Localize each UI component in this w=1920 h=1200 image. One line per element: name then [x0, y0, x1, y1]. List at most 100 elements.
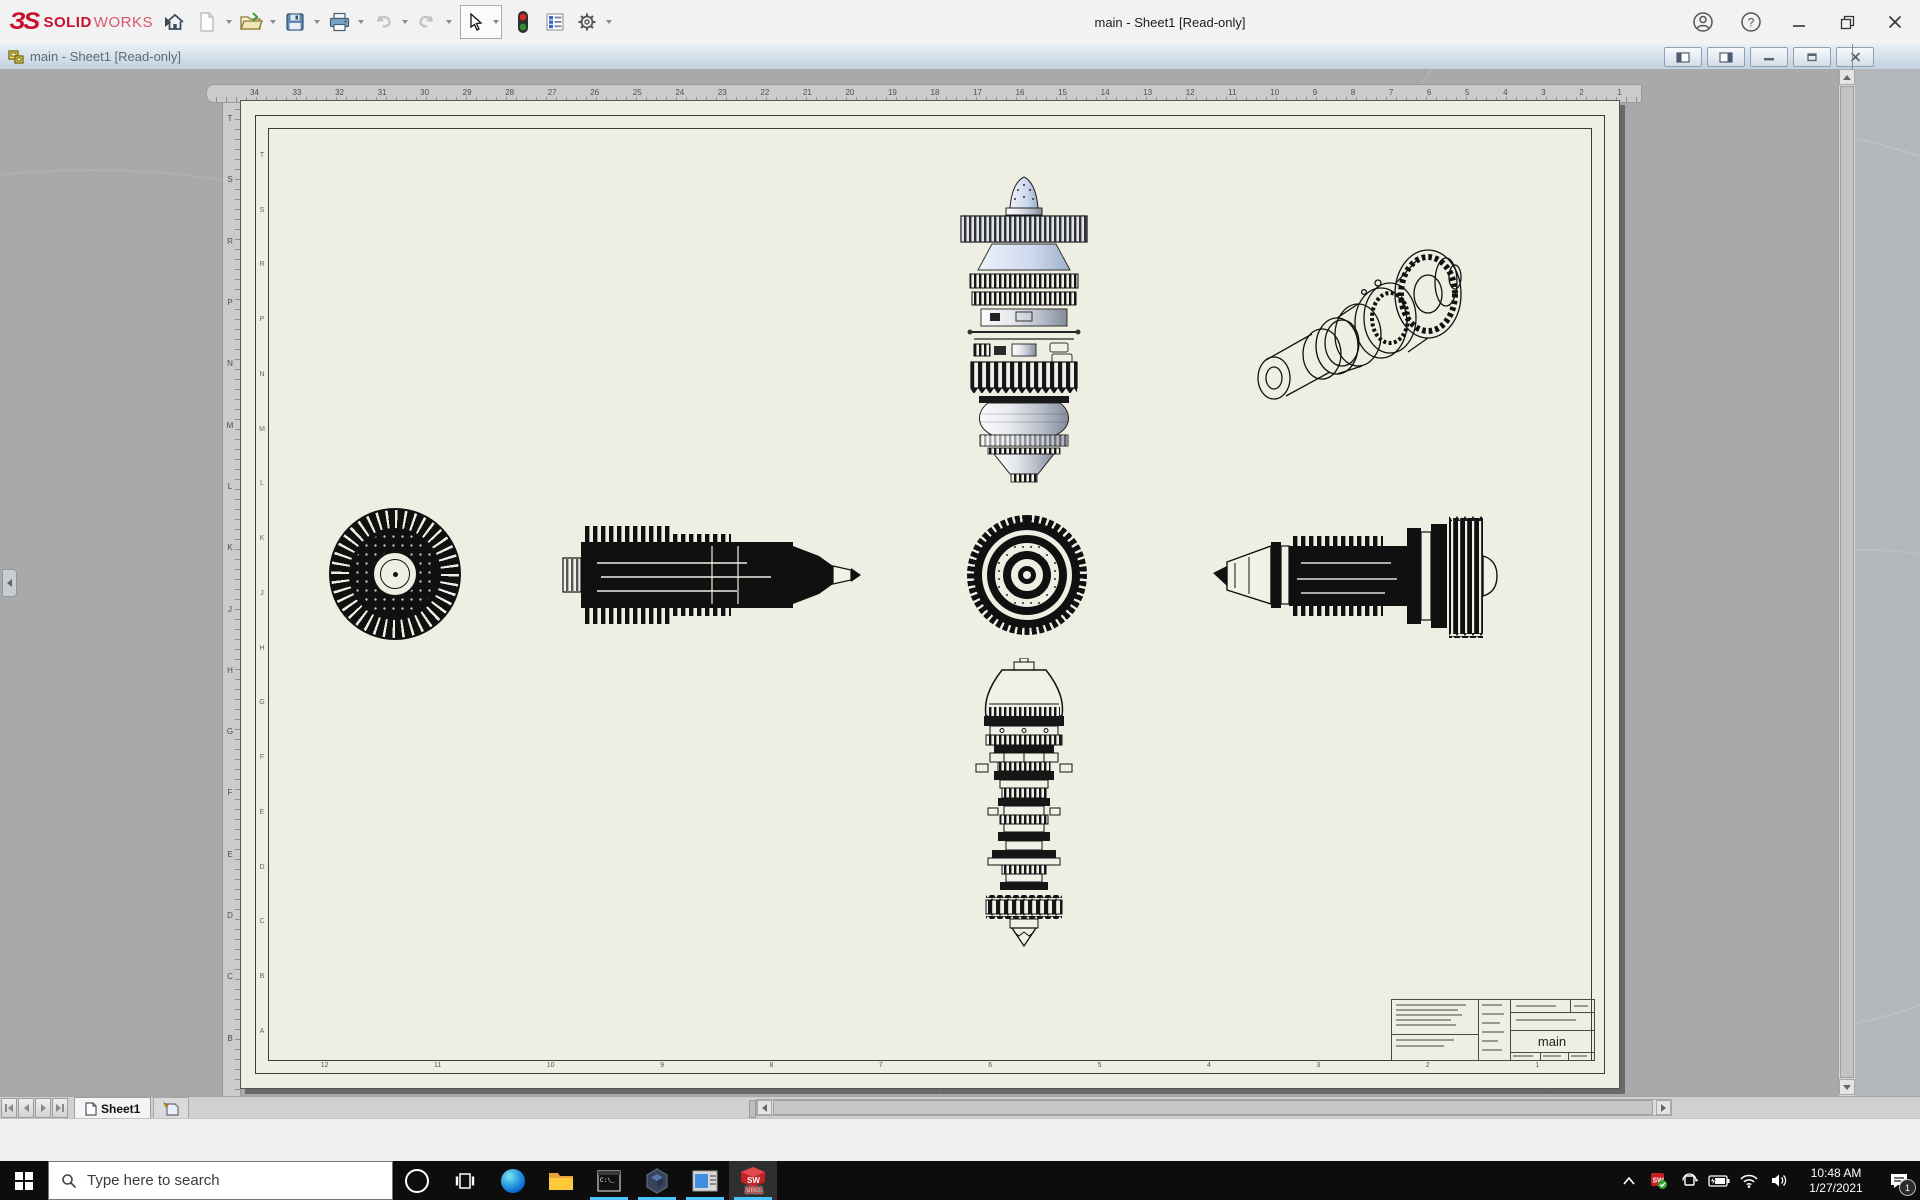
drawing-view-isometric[interactable] — [1236, 230, 1486, 416]
featuremanager-collapse-button[interactable] — [2, 569, 17, 597]
horizontal-scrollbar[interactable] — [756, 1099, 1672, 1116]
tray-battery[interactable] — [1704, 1161, 1734, 1200]
minimize-button[interactable] — [1782, 7, 1816, 37]
print-icon — [328, 11, 351, 33]
document-minimize-button[interactable] — [1750, 47, 1788, 67]
ruler-label: 21 — [803, 88, 812, 97]
last-sheet-button[interactable] — [52, 1098, 68, 1118]
drawing-view-bottom[interactable] — [964, 658, 1084, 950]
title-block[interactable]: main — [1391, 999, 1595, 1061]
gear-icon — [576, 11, 598, 33]
taskbar-clock[interactable]: 10:48 AM 1/27/2021 — [1794, 1166, 1878, 1196]
zone-letter: J — [260, 590, 264, 597]
speaker-icon — [1771, 1173, 1788, 1188]
new-document-icon — [197, 11, 217, 33]
drawing-view-right[interactable] — [1213, 516, 1505, 638]
close-icon — [1888, 15, 1902, 29]
home-button[interactable] — [160, 7, 190, 37]
document-restore-button[interactable] — [1793, 47, 1831, 67]
previous-sheet-button[interactable] — [18, 1098, 34, 1118]
print-button[interactable] — [324, 7, 354, 37]
drawing-view-rear[interactable] — [967, 515, 1087, 635]
scroll-up-button[interactable] — [1839, 69, 1855, 85]
zone-letter: B — [260, 973, 265, 980]
tray-volume[interactable] — [1764, 1161, 1794, 1200]
tab-bar-spacer — [189, 1097, 749, 1119]
drawing-area[interactable]: 3433323130292827262524232221201918171615… — [0, 69, 1920, 1096]
options-button[interactable] — [572, 7, 602, 37]
svg-text:SW: SW — [747, 1176, 760, 1185]
first-sheet-button[interactable] — [1, 1098, 17, 1118]
close-button[interactable] — [1878, 7, 1912, 37]
start-button[interactable] — [0, 1161, 48, 1200]
tray-expand-button[interactable] — [1614, 1161, 1644, 1200]
vertical-scroll-thumb[interactable] — [1840, 86, 1854, 1078]
ruler-label: E — [227, 850, 232, 859]
file-explorer-button[interactable] — [537, 1161, 585, 1200]
new-document-dropdown[interactable] — [224, 7, 234, 37]
ruler-label: 16 — [1016, 88, 1025, 97]
options-dropdown[interactable] — [604, 7, 614, 37]
horizontal-scroll-thumb[interactable] — [773, 1100, 1653, 1115]
ruler-label: 33 — [293, 88, 302, 97]
save-button[interactable] — [280, 7, 310, 37]
notification-badge: 1 — [1899, 1179, 1916, 1196]
zone-letter: D — [259, 864, 264, 871]
select-tool-dropdown[interactable] — [491, 7, 501, 37]
save-dropdown[interactable] — [312, 7, 322, 37]
task-view-button[interactable] — [441, 1161, 489, 1200]
tray-network[interactable] — [1734, 1161, 1764, 1200]
taskbar-search[interactable]: Type here to search — [48, 1161, 393, 1200]
terminal-button[interactable]: C:\_ — [585, 1161, 633, 1200]
solidworks-taskbar-button[interactable]: SW 2021 — [729, 1161, 777, 1200]
vertical-ruler-labels: TSRPNMLKJHGFEDCBA — [222, 114, 238, 1096]
ruler-label: 24 — [675, 88, 684, 97]
properties-button[interactable] — [540, 7, 570, 37]
undo-button[interactable] — [368, 7, 398, 37]
drawing-view-front[interactable] — [329, 508, 461, 640]
toggle-left-pane-button[interactable] — [1664, 47, 1702, 67]
vertical-scrollbar[interactable] — [1838, 69, 1855, 1096]
open-button[interactable] — [236, 7, 266, 37]
scroll-down-button[interactable] — [1839, 1079, 1855, 1095]
document-close-button[interactable] — [1836, 47, 1874, 67]
new-document-button[interactable] — [192, 7, 222, 37]
restore-button[interactable] — [1830, 7, 1864, 37]
edge-button[interactable] — [489, 1161, 537, 1200]
redo-icon — [416, 11, 438, 33]
select-tool-button[interactable] — [461, 7, 491, 37]
account-button[interactable] — [1686, 7, 1720, 37]
clock-time: 10:48 AM — [1794, 1166, 1878, 1181]
cortana-button[interactable] — [393, 1161, 441, 1200]
zone-number: 5 — [1098, 1062, 1102, 1069]
display-app-button[interactable] — [681, 1161, 729, 1200]
ruler-label: C — [227, 972, 233, 981]
tab-sheet1[interactable]: Sheet1 — [74, 1097, 151, 1119]
help-button[interactable]: ? — [1734, 7, 1768, 37]
edge-icon — [501, 1169, 525, 1193]
document-title-area: main - Sheet1 [Read-only] — [8, 44, 181, 69]
scroll-left-button[interactable] — [757, 1100, 772, 1115]
tray-solidworks-monitor[interactable]: SW — [1644, 1161, 1674, 1200]
redo-button[interactable] — [412, 7, 442, 37]
pane-splitter[interactable] — [749, 1100, 756, 1118]
action-center-button[interactable]: 1 — [1878, 1161, 1920, 1200]
previous-icon — [24, 1104, 29, 1112]
edrawings-button[interactable] — [633, 1161, 681, 1200]
open-dropdown[interactable] — [268, 7, 278, 37]
drawing-sheet[interactable]: 121110987654321 TSRPNMLKJHGFEDCBA — [240, 100, 1620, 1089]
next-sheet-button[interactable] — [35, 1098, 51, 1118]
undo-dropdown[interactable] — [400, 7, 410, 37]
rebuild-button[interactable] — [508, 7, 538, 37]
ruler-label: M — [227, 421, 234, 430]
task-pane-strip[interactable] — [1855, 69, 1920, 1096]
redo-dropdown[interactable] — [444, 7, 454, 37]
print-dropdown[interactable] — [356, 7, 366, 37]
ruler-label: K — [227, 543, 232, 552]
drawing-view-top[interactable] — [954, 172, 1094, 484]
scroll-right-button[interactable] — [1656, 1100, 1671, 1115]
tray-cast[interactable] — [1674, 1161, 1704, 1200]
drawing-view-left[interactable] — [561, 510, 861, 640]
toggle-right-pane-button[interactable] — [1707, 47, 1745, 67]
add-sheet-button[interactable] — [153, 1097, 189, 1119]
